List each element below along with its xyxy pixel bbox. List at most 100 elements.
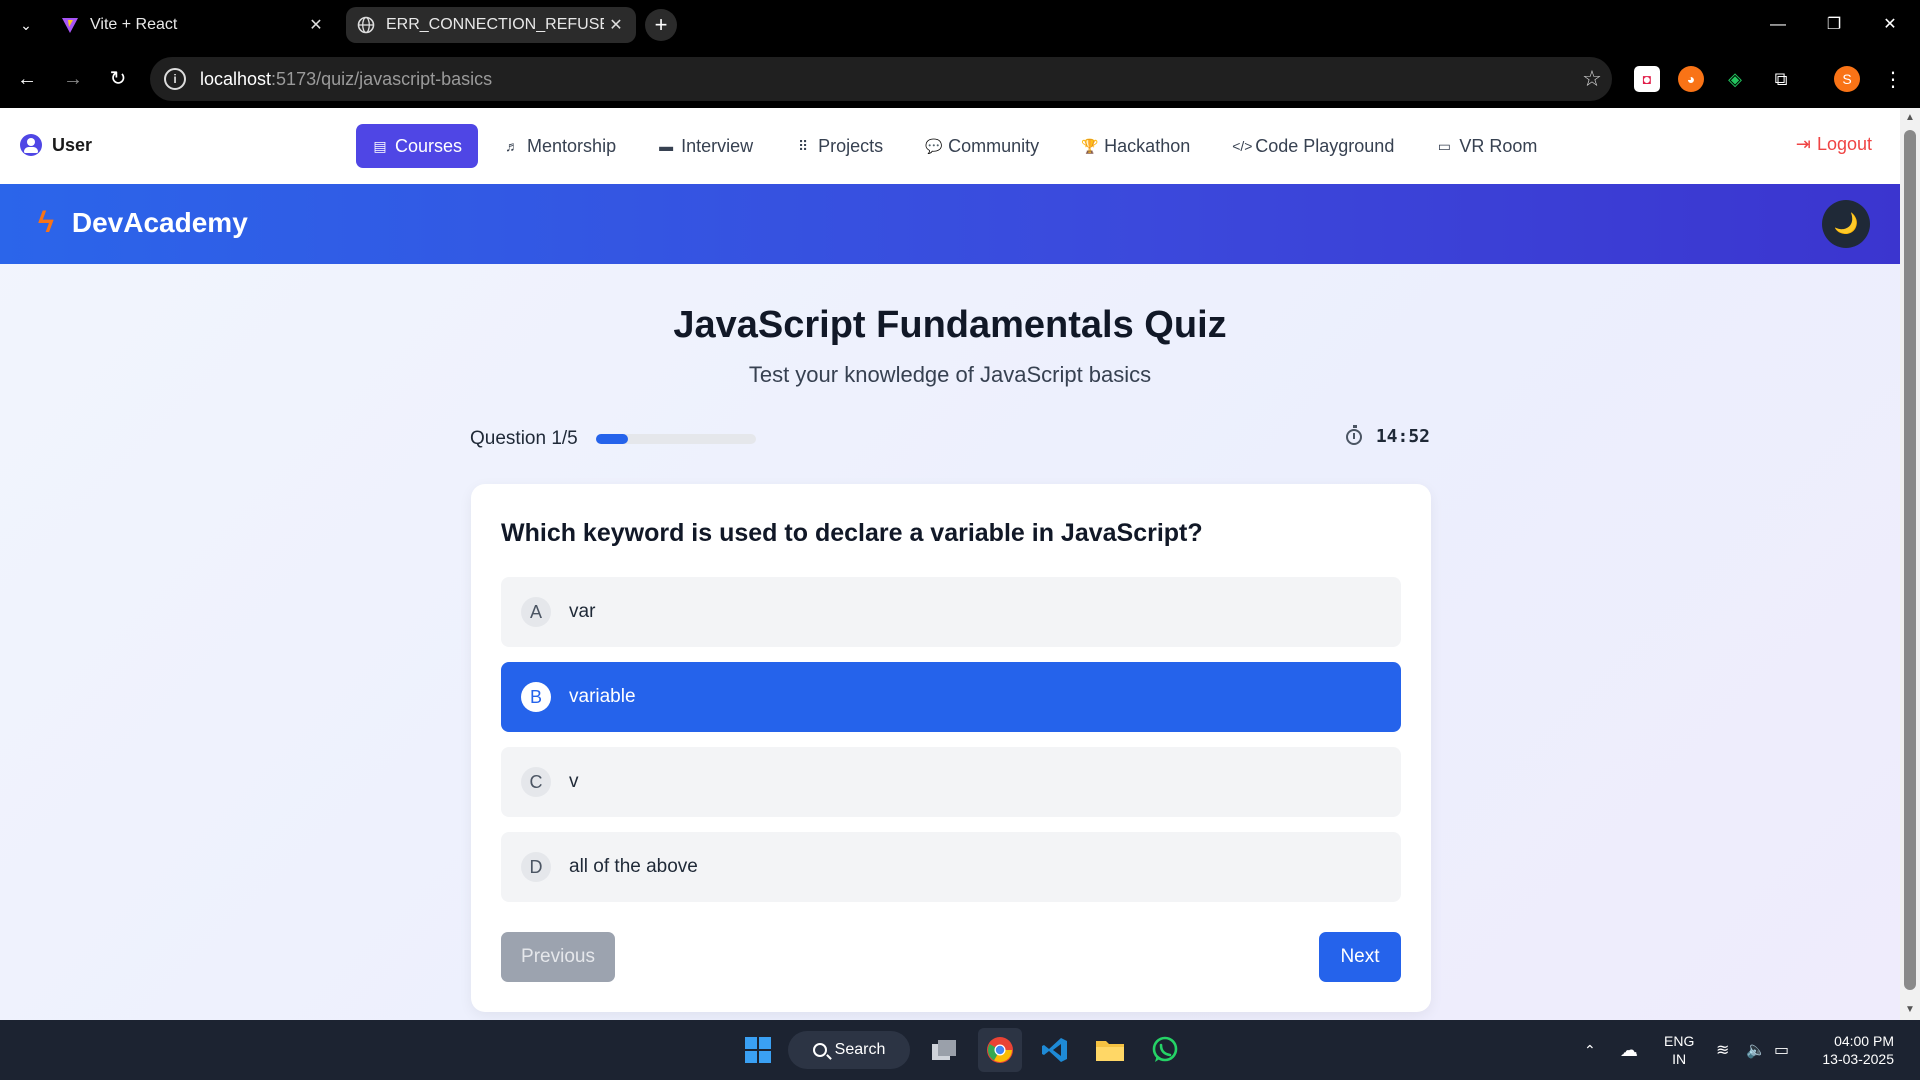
option-letter: C (521, 767, 551, 797)
theme-toggle-button[interactable]: 🌙 (1822, 200, 1870, 248)
nav-mentorship[interactable]: ♬ Mentorship (488, 124, 632, 168)
tab-err-connection[interactable]: ERR_CONNECTION_REFUSED Tr ✕ (346, 7, 636, 43)
scroll-down-icon[interactable]: ▼ (1904, 1004, 1916, 1016)
search-icon (812, 1043, 827, 1057)
clock-date: 13-03-2025 (1822, 1051, 1894, 1067)
chrome-taskbar-icon[interactable] (978, 1028, 1022, 1072)
task-view-icon[interactable] (922, 1028, 966, 1072)
bolt-icon: ϟ (38, 206, 54, 239)
scroll-up-icon[interactable]: ▲ (1904, 112, 1916, 124)
timer-value: 14:52 (1375, 426, 1430, 447)
progress-fill (596, 434, 628, 444)
chalkboard-icon: ♬ (505, 138, 520, 154)
comments-icon: 💬 (925, 137, 943, 154)
quiz-progress-row: Question 1/5 14:52 (470, 418, 1430, 458)
windows-taskbar: Search ⌃ ☁ ENG IN ≋ 🔈 ▭ 04:00 PM 13-03-2… (0, 1020, 1920, 1080)
clock-time: 04:00 PM (1834, 1033, 1894, 1049)
option-text: var (569, 601, 596, 622)
pocket-extension-icon[interactable]: ◘ (1634, 66, 1660, 92)
logout-button[interactable]: ⇥ Logout (1796, 134, 1872, 155)
question-text: Which keyword is used to declare a varia… (501, 519, 1203, 547)
windows-start-icon[interactable] (736, 1028, 780, 1072)
nav-label: Hackathon (1104, 135, 1191, 156)
nav-label: VR Room (1459, 135, 1538, 156)
back-icon[interactable]: ← (12, 64, 42, 94)
minimize-icon[interactable]: — (1750, 0, 1806, 50)
nav-links: ▤ Courses ♬ Mentorship ▬ Interview ⠿ Pro… (356, 124, 1553, 168)
option-b[interactable]: B variable (501, 662, 1401, 732)
volume-icon[interactable]: 🔈 (1746, 1020, 1768, 1080)
address-bar[interactable]: i localhost:5173/quiz/javascript-basics … (150, 57, 1612, 101)
close-tab-icon[interactable]: ✕ (604, 15, 628, 35)
option-letter: D (521, 852, 551, 882)
bookmark-star-icon[interactable]: ☆ (1572, 66, 1612, 92)
tab-search-chevron-icon[interactable]: ⌄ (14, 13, 38, 37)
previous-button[interactable]: Previous (501, 932, 615, 982)
option-d[interactable]: D all of the above (501, 832, 1401, 902)
profile-avatar[interactable]: S (1834, 66, 1860, 92)
url-text[interactable]: localhost:5173/quiz/javascript-basics (200, 69, 1572, 90)
language-code: ENG (1664, 1033, 1695, 1049)
book-icon: ▤ (373, 137, 387, 154)
option-c[interactable]: C v (501, 747, 1401, 817)
next-button[interactable]: Next (1319, 932, 1401, 982)
extension-green-icon[interactable]: ◈ (1722, 66, 1748, 92)
close-tab-icon[interactable]: ✕ (304, 15, 328, 35)
vr-cardboard-icon: ▭ (1437, 137, 1451, 154)
wifi-icon[interactable]: ≋ (1716, 1020, 1738, 1080)
tab-vite-react[interactable]: Vite + React ✕ (50, 7, 336, 43)
nav-courses[interactable]: ▤ Courses (356, 124, 479, 168)
question-card: Which keyword is used to declare a varia… (471, 484, 1431, 1012)
logout-label: Logout (1816, 134, 1872, 154)
vite-icon (60, 15, 80, 35)
reload-icon[interactable]: ↻ (103, 64, 133, 94)
input-language[interactable]: ENG IN (1664, 1032, 1694, 1068)
project-diagram-icon: ⠿ (797, 137, 809, 154)
question-counter: Question 1/5 (470, 428, 578, 449)
stopwatch-icon (1345, 424, 1362, 445)
taskbar-search[interactable]: Search (788, 1031, 910, 1069)
nav-projects[interactable]: ⠿ Projects (779, 124, 899, 168)
site-info-icon[interactable]: i (164, 68, 186, 90)
nav-hackathon[interactable]: 🏆 Hackathon (1065, 124, 1206, 168)
browser-tab-bar: ⌄ Vite + React ✕ ERR_CONNECTION_REFUSED … (0, 0, 1920, 50)
tab-title: ERR_CONNECTION_REFUSED Tr (386, 16, 604, 33)
user-menu[interactable]: User (20, 134, 92, 156)
scrollbar-thumb[interactable] (1904, 130, 1916, 990)
extension-orange-icon[interactable]: ◕ (1678, 66, 1704, 92)
nav-code-playground[interactable]: </> Code Playground (1216, 124, 1410, 168)
browser-menu-icon[interactable]: ⋮ (1880, 66, 1906, 92)
nav-community[interactable]: 💬 Community (909, 124, 1055, 168)
close-window-icon[interactable]: ✕ (1862, 0, 1918, 50)
taskbar-clock[interactable]: 04:00 PM 13-03-2025 (1814, 1032, 1894, 1068)
page-scrollbar[interactable]: ▲ ▼ (1900, 108, 1920, 1020)
nav-label: Code Playground (1255, 135, 1395, 156)
nav-label: Mentorship (527, 135, 617, 156)
file-explorer-icon[interactable] (1088, 1028, 1132, 1072)
user-circle-icon (20, 134, 42, 156)
extensions-puzzle-icon[interactable]: ⧉ (1768, 66, 1794, 92)
nav-vr-room[interactable]: ▭ VR Room (1420, 124, 1553, 168)
whatsapp-icon[interactable] (1143, 1028, 1187, 1072)
new-tab-button[interactable]: + (645, 9, 677, 41)
vscode-taskbar-icon[interactable] (1033, 1028, 1077, 1072)
option-a[interactable]: A var (501, 577, 1401, 647)
onedrive-cloud-icon[interactable]: ☁ (1620, 1020, 1650, 1080)
top-navigation: User ▤ Courses ♬ Mentorship ▬ Interview … (0, 108, 1900, 184)
nav-label: Community (948, 135, 1040, 156)
forward-icon[interactable]: → (58, 64, 88, 94)
globe-icon (356, 15, 376, 35)
search-label: Search (834, 1041, 886, 1058)
restore-icon[interactable]: ❐ (1806, 0, 1862, 50)
battery-icon[interactable]: ▭ (1774, 1020, 1798, 1080)
option-letter: A (521, 597, 551, 627)
nav-interview[interactable]: ▬ Interview (642, 124, 769, 168)
brand-logo[interactable]: ϟ DevAcademy (38, 206, 248, 240)
trophy-icon: 🏆 (1081, 137, 1099, 154)
page-viewport: User ▤ Courses ♬ Mentorship ▬ Interview … (0, 108, 1900, 1020)
brand-header: ϟ DevAcademy 🌙 (0, 184, 1900, 264)
show-hidden-icons[interactable]: ⌃ (1584, 1020, 1604, 1080)
nav-label: Projects (818, 135, 884, 156)
option-text: all of the above (569, 856, 698, 877)
brand-name: DevAcademy (71, 207, 248, 238)
